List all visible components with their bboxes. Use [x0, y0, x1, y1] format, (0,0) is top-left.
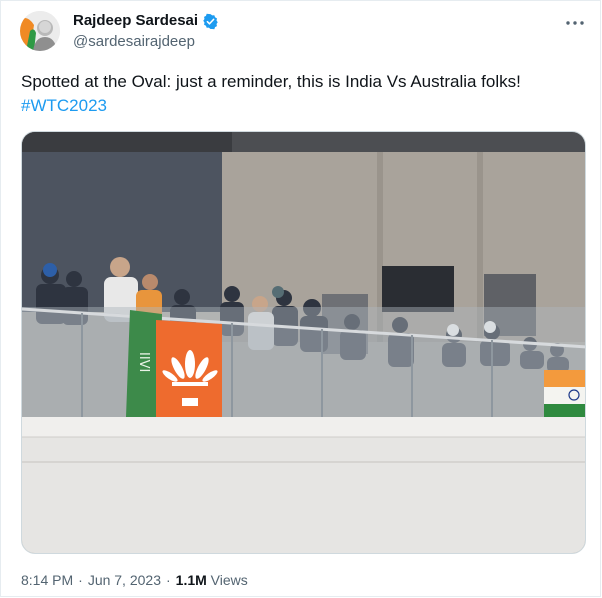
hashtag-link[interactable]: #WTC2023 [21, 96, 107, 115]
verified-badge-icon [203, 13, 218, 30]
indian-flag [544, 370, 585, 421]
tweet-text: Spotted at the Oval: just a reminder, th… [21, 70, 586, 118]
stadium-photo: IIVI [22, 132, 585, 553]
tweet-time[interactable]: 8:14 PM [21, 572, 73, 588]
more-options-button[interactable] [565, 13, 585, 33]
flag-text: IIVI [136, 352, 151, 372]
views-label: Views [210, 572, 248, 588]
more-options-icon [566, 21, 584, 25]
views-count: 1.1M [175, 572, 207, 588]
tweet-meta: 8:14 PM · Jun 7, 2023 · 1.1M Views [21, 571, 248, 589]
author-display-name[interactable]: Rajdeep Sardesai [73, 11, 198, 31]
meta-separator-2: · [165, 572, 171, 588]
avatar-image [20, 11, 60, 51]
author-handle[interactable]: @sardesairajdeep [73, 33, 195, 51]
tweet-date[interactable]: Jun 7, 2023 [88, 572, 161, 588]
tweet-body: Spotted at the Oval: just a reminder, th… [21, 72, 521, 91]
meta-separator: · [78, 572, 83, 588]
tv-screen [382, 266, 454, 312]
tweet-card: Rajdeep Sardesai @sardesairajdeep Spotte… [0, 0, 601, 597]
tweet-photo[interactable]: IIVI [21, 131, 586, 554]
avatar[interactable] [20, 11, 60, 51]
